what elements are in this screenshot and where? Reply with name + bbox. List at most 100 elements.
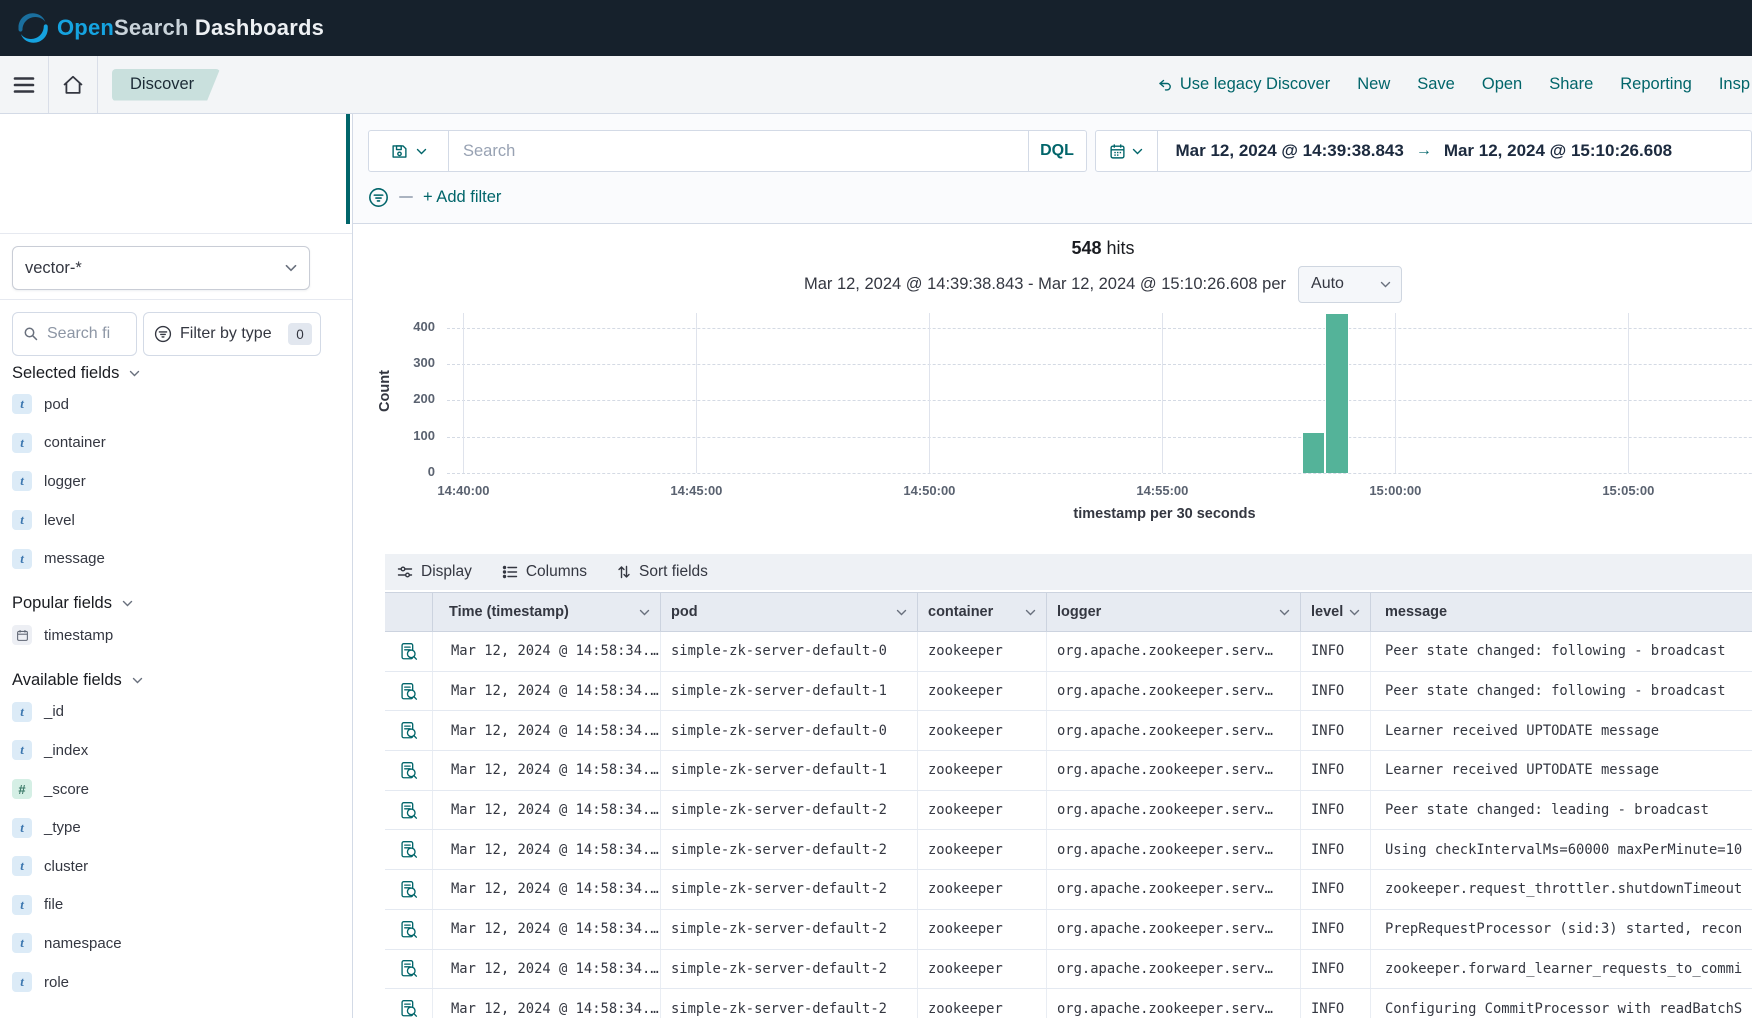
cell-container: zookeeper [917, 791, 1046, 830]
cell-time: Mar 12, 2024 @ 14:58:34.… [432, 672, 660, 711]
chevron-down-icon[interactable] [639, 609, 650, 616]
chevron-down-icon [1380, 281, 1391, 288]
expand-document-icon[interactable] [400, 920, 418, 939]
sort-fields-button[interactable]: Sort fields [617, 563, 708, 581]
search-input[interactable] [449, 131, 1028, 171]
x-gridline [929, 313, 930, 473]
date-from[interactable]: Mar 12, 2024 @ 14:39:38.843 [1176, 141, 1404, 161]
columns-button[interactable]: Columns [502, 563, 587, 581]
expand-document-icon[interactable] [400, 840, 418, 859]
sidebar-field-item[interactable]: t _id [12, 693, 344, 732]
cell-container: zookeeper [917, 910, 1046, 949]
add-filter-link[interactable]: + Add filter [423, 188, 501, 207]
histogram-bar[interactable] [1325, 314, 1348, 473]
chevron-down-icon[interactable] [896, 609, 907, 616]
expand-document-icon[interactable] [400, 880, 418, 899]
selected-fields-header[interactable]: Selected fields [12, 361, 344, 385]
column-header-pod[interactable]: pod [660, 593, 917, 631]
field-label: cluster [44, 858, 88, 875]
nav-action-link[interactable]: Open [1482, 75, 1522, 94]
home-icon[interactable] [49, 56, 97, 113]
results-panel: 548 hits Mar 12, 2024 @ 14:39:38.843 - M… [353, 238, 1752, 1018]
nav-action-link[interactable]: Share [1549, 75, 1593, 94]
histogram-plot[interactable]: 14:40:0014:45:0014:50:0014:55:0015:00:00… [447, 313, 1752, 473]
sidebar-field-item[interactable]: t cluster [12, 847, 344, 886]
nav-action-link[interactable]: New [1357, 75, 1390, 94]
saved-query-menu-button[interactable] [369, 131, 449, 171]
expand-document-icon[interactable] [400, 761, 418, 780]
sidebar-field-item[interactable]: t pod [12, 385, 344, 424]
use-legacy-discover-link[interactable]: Use legacy Discover [1157, 75, 1330, 94]
chevron-down-icon[interactable] [1025, 609, 1036, 616]
hits-label: hits [1107, 238, 1135, 258]
interval-select[interactable]: Auto [1298, 266, 1402, 303]
cell-time: Mar 12, 2024 @ 14:58:34.… [432, 989, 660, 1018]
cell-pod: simple-zk-server-default-1 [660, 751, 917, 790]
opensearch-logo-icon [18, 13, 48, 43]
sidebar-field-item[interactable]: t container [12, 424, 344, 463]
date-to[interactable]: Mar 12, 2024 @ 15:10:26.608 [1444, 141, 1672, 161]
expand-document-icon[interactable] [400, 959, 418, 978]
hits-count: 548 [1071, 238, 1101, 258]
field-label: _index [44, 742, 88, 759]
chevron-down-icon[interactable] [1279, 609, 1290, 616]
x-gridline [1162, 313, 1163, 473]
header-expand-column [385, 593, 432, 631]
cell-container: zookeeper [917, 751, 1046, 790]
top-header-bar: OpenSearch Dashboards [0, 0, 1752, 56]
filter-by-type-label: Filter by type [180, 325, 272, 343]
column-header-logger[interactable]: logger [1046, 593, 1300, 631]
date-picker: Mar 12, 2024 @ 14:39:38.843 → Mar 12, 20… [1095, 130, 1752, 172]
nav-action-link[interactable]: Save [1417, 75, 1455, 94]
sidebar-field-item[interactable]: t role [12, 963, 344, 1002]
query-language-button[interactable]: DQL [1028, 131, 1086, 171]
display-options-button[interactable]: Display [397, 563, 472, 581]
available-fields-header[interactable]: Available fields [12, 669, 344, 693]
expand-document-icon[interactable] [400, 801, 418, 820]
expand-document-icon[interactable] [400, 721, 418, 740]
sidebar-field-item[interactable]: t _index [12, 731, 344, 770]
histogram-bar[interactable] [1302, 433, 1325, 473]
cell-logger: org.apache.zookeeper.serv… [1046, 950, 1300, 989]
breadcrumb-discover[interactable]: Discover [112, 69, 220, 101]
index-pattern-select[interactable]: vector-* [12, 246, 310, 290]
field-search-input[interactable] [47, 325, 121, 343]
expand-document-icon[interactable] [400, 999, 418, 1018]
interval-value: Auto [1311, 275, 1344, 293]
filter-by-type-button[interactable]: Filter by type 0 [143, 312, 321, 356]
sidebar-field-item[interactable]: t message [12, 539, 344, 578]
expand-document-icon[interactable] [400, 642, 418, 661]
column-header-time[interactable]: Time (timestamp) [432, 593, 660, 631]
cell-pod: simple-zk-server-default-2 [660, 989, 917, 1018]
chevron-down-icon [416, 148, 427, 155]
x-tick-label: 15:05:00 [1588, 483, 1668, 498]
cell-level: INFO [1300, 791, 1370, 830]
sidebar-field-item-timestamp[interactable]: timestamp [12, 616, 344, 655]
menu-hamburger-icon[interactable] [0, 56, 48, 113]
nav-action-link[interactable]: Insp [1719, 75, 1750, 94]
expand-document-icon[interactable] [400, 682, 418, 701]
cell-container: zookeeper [917, 672, 1046, 711]
table-row: Mar 12, 2024 @ 14:58:34.… simple-zk-serv… [385, 711, 1752, 751]
nav-action-link[interactable]: Reporting [1620, 75, 1692, 94]
column-header-message[interactable]: message [1370, 593, 1752, 631]
cell-logger: org.apache.zookeeper.serv… [1046, 751, 1300, 790]
chevron-down-icon[interactable] [1349, 609, 1360, 616]
cell-message: Configuring CommitProcessor with readBat… [1370, 989, 1752, 1018]
filter-options-icon[interactable] [368, 187, 389, 208]
sidebar-field-item[interactable]: t level [12, 501, 344, 540]
sidebar-field-item[interactable]: # _score [12, 770, 344, 809]
sidebar-field-item[interactable]: t logger [12, 462, 344, 501]
field-label: file [44, 896, 63, 913]
column-header-container[interactable]: container [917, 593, 1046, 631]
sidebar-field-item[interactable]: t namespace [12, 924, 344, 963]
sidebar-field-item[interactable]: t _type [12, 808, 344, 847]
x-gridline [696, 313, 697, 473]
date-quick-menu-button[interactable] [1096, 131, 1158, 171]
column-header-level[interactable]: level [1300, 593, 1370, 631]
sidebar-field-item[interactable]: t file [12, 886, 344, 925]
cell-logger: org.apache.zookeeper.serv… [1046, 989, 1300, 1018]
field-search-input-box[interactable] [12, 312, 137, 356]
chevron-down-icon [122, 600, 133, 607]
popular-fields-header[interactable]: Popular fields [12, 592, 344, 616]
